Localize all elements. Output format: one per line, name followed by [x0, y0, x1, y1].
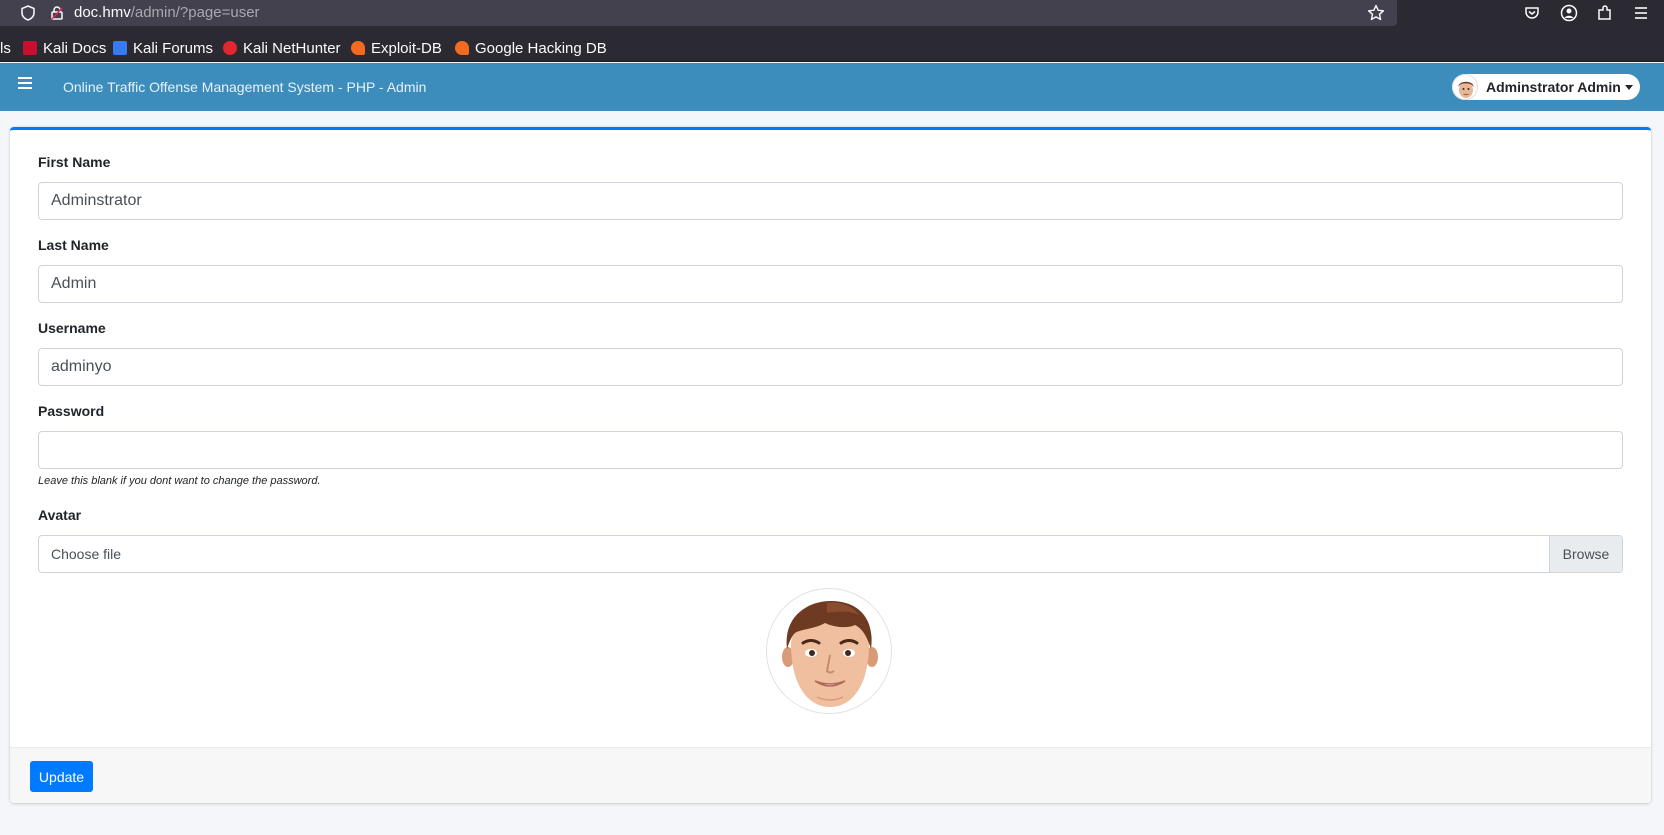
username-label: Username — [38, 320, 106, 336]
ghdb-icon — [455, 41, 469, 55]
avatar-file-input[interactable]: Choose file Browse — [38, 535, 1623, 573]
browse-button[interactable]: Browse — [1549, 536, 1622, 572]
username-input[interactable] — [38, 348, 1623, 386]
bookmark-exploit-db[interactable]: Exploit-DB — [351, 39, 442, 57]
toolbar-gap — [0, 26, 1664, 34]
bookmark-label: Kali Docs — [43, 39, 107, 57]
lock-icon[interactable] — [49, 5, 65, 21]
pocket-icon[interactable] — [1523, 4, 1541, 22]
browser-toolbar: doc.hmv/admin/?page=user — [0, 0, 1664, 26]
last-name-label: Last Name — [38, 237, 109, 253]
update-button[interactable]: Update — [30, 761, 93, 792]
password-input[interactable] — [38, 431, 1623, 469]
app-title: Online Traffic Offense Management System… — [63, 79, 427, 95]
bookmark-tools[interactable]: ls — [0, 39, 11, 57]
bookmark-kali-nethunter[interactable]: Kali NetHunter — [223, 39, 341, 57]
bookmark-kali-docs[interactable]: Kali Docs — [23, 39, 106, 57]
last-name-input[interactable] — [38, 265, 1623, 303]
bookmark-label: Kali NetHunter — [243, 39, 341, 57]
menu-icon[interactable] — [1632, 4, 1650, 22]
url-host: doc.hmv — [74, 4, 131, 21]
user-settings-card: First Name Last Name Username Password L… — [10, 127, 1651, 803]
first-name-label: First Name — [38, 154, 111, 170]
bookmark-label: ls — [0, 39, 11, 57]
extensions-icon[interactable] — [1596, 4, 1614, 22]
bookmark-label: Exploit-DB — [371, 39, 442, 57]
bookmark-kali-forums[interactable]: Kali Forums — [113, 39, 213, 57]
url-text[interactable]: doc.hmv/admin/?page=user — [74, 4, 260, 21]
user-name: Adminstrator Admin — [1486, 79, 1621, 95]
sidebar-toggle-icon[interactable] — [18, 77, 32, 91]
chevron-down-icon — [1624, 84, 1633, 90]
exploit-db-icon — [351, 41, 365, 55]
file-input-text: Choose file — [51, 546, 122, 562]
bookmark-label: Google Hacking DB — [475, 39, 607, 57]
bookmark-google-hacking-db[interactable]: Google Hacking DB — [455, 39, 607, 57]
top-navbar: Online Traffic Offense Management System… — [0, 63, 1664, 111]
user-avatar — [1452, 74, 1478, 100]
account-icon[interactable] — [1560, 4, 1578, 22]
kali-docs-icon — [23, 41, 37, 55]
user-menu-button[interactable]: Adminstrator Admin — [1452, 74, 1640, 100]
url-bar[interactable]: doc.hmv/admin/?page=user — [0, 0, 1397, 26]
kali-nethunter-icon — [223, 41, 237, 55]
first-name-input[interactable] — [38, 182, 1623, 220]
password-hint: Leave this blank if you dont want to cha… — [38, 475, 321, 487]
avatar-preview — [766, 588, 892, 714]
card-footer: Update — [10, 747, 1651, 803]
password-label: Password — [38, 403, 105, 419]
kali-forums-icon — [113, 41, 127, 55]
url-path: /admin/?page=user — [130, 4, 260, 21]
shield-icon[interactable] — [20, 5, 36, 21]
bookmark-label: Kali Forums — [133, 39, 214, 57]
bookmarks-bar: ls Kali Docs Kali Forums Kali NetHunter … — [0, 34, 1664, 62]
avatar-label: Avatar — [38, 507, 82, 523]
bookmark-star-icon[interactable] — [1367, 4, 1385, 22]
